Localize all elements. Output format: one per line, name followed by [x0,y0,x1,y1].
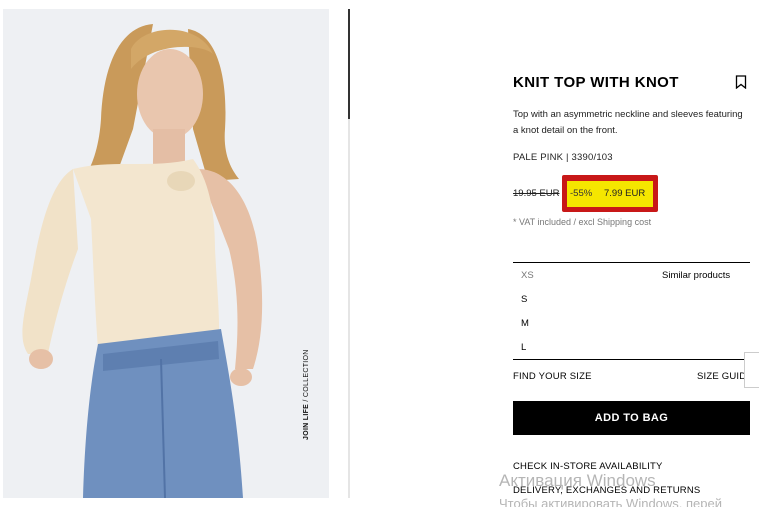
original-price: 19.95 EUR [513,188,560,199]
bookmark-icon[interactable] [735,75,747,89]
discount-percent: -55% [570,188,593,199]
size-option-s[interactable]: S [521,294,527,305]
size-option-xs[interactable]: XS [521,270,534,281]
size-list-top-divider [513,262,750,263]
gallery-scroll-thumb[interactable] [348,9,350,119]
product-image[interactable] [3,9,329,498]
size-guide-link[interactable]: SIZE GUIDE [697,371,744,382]
size-list-bottom-divider [513,359,750,360]
collection-caption: JOIN LIFE / COLLECTION [303,349,310,440]
find-your-size-link[interactable]: FIND YOUR SIZE [513,371,592,382]
similar-products-link[interactable]: Similar products [662,270,730,281]
add-to-bag-button[interactable]: ADD TO BAG [513,401,750,435]
size-option-l[interactable]: L [521,342,526,353]
side-tab[interactable] [744,352,759,388]
model-illustration [3,9,329,498]
color-reference: PALE PINK | 3390/103 [513,152,613,163]
windows-activation-watermark: Активация Windows [499,471,656,490]
sale-price: 7.99 EUR [604,188,646,199]
product-description: Top with an asymmetric neckline and slee… [513,109,743,136]
product-title: KNIT TOP WITH KNOT [513,74,679,91]
size-option-m[interactable]: M [521,318,529,329]
windows-activation-hint: Чтобы активировать Windows, перей [499,496,723,507]
vat-note: * VAT included / excl Shipping cost [513,217,652,227]
